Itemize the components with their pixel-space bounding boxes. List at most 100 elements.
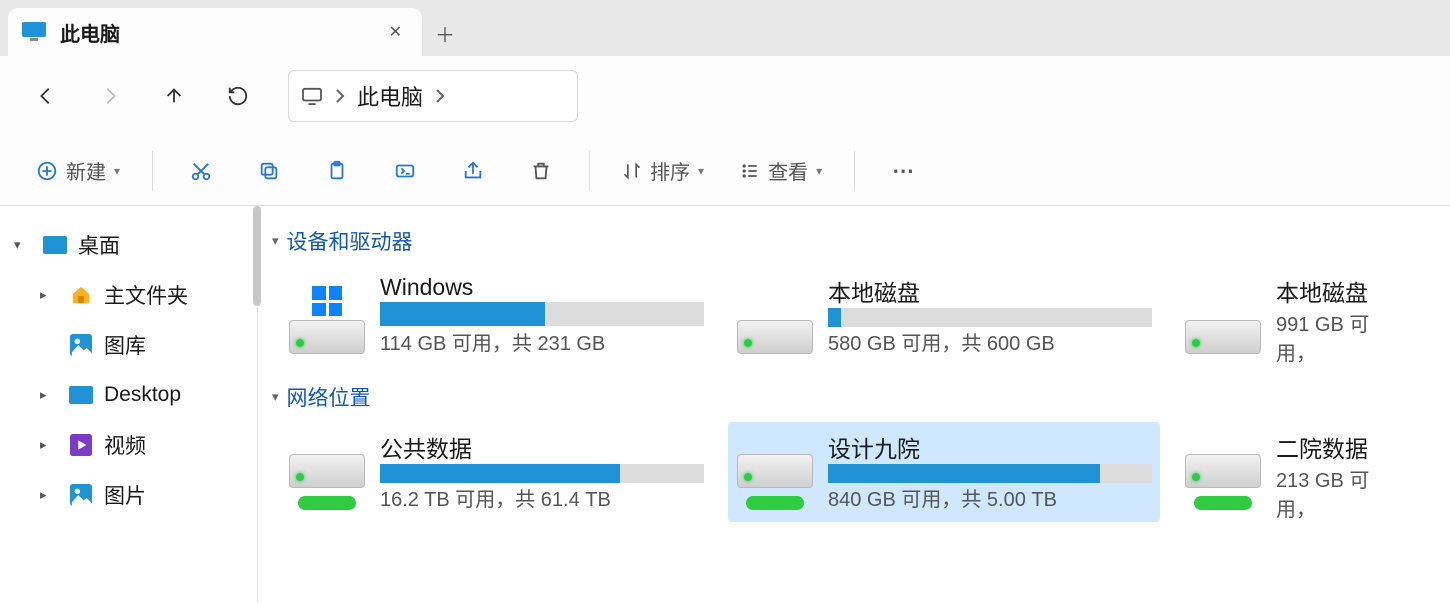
windows-icon [312,286,342,316]
chevron-right-icon [335,88,345,104]
up-button[interactable] [146,68,202,124]
gallery-icon [68,332,94,358]
capacity-bar [828,308,1152,327]
sidebar-item-label: Desktop [104,383,181,407]
tab-this-pc[interactable]: 此电脑 ✕ [8,8,422,56]
drive-name: 公共数据 [380,430,704,464]
sidebar-item-label: 视频 [104,430,146,460]
network-icon [1194,496,1252,510]
drive-caption: 16.2 TB 可用，共 61.4 TB [380,483,704,512]
drive-row: Windows 114 GB 可用，共 231 GB 本地磁盘 580 GB 可… [270,266,1450,366]
rename-button[interactable] [375,149,435,193]
sidebar-item-gallery[interactable]: 图库 [0,320,257,370]
chevron-down-icon: ▾ [272,389,279,405]
chevron-right-icon: ▸ [40,287,58,303]
capacity-bar [828,464,1152,483]
new-button-label: 新建 [66,156,106,185]
drive-caption: 840 GB 可用，共 5.00 TB [828,483,1152,512]
disk-icon [737,320,813,354]
chevron-right-icon: ▸ [40,487,58,503]
copy-button[interactable] [239,149,299,193]
breadcrumb-this-pc[interactable]: 此电脑 [357,80,423,112]
drive-caption: 991 GB 可用， [1276,308,1408,366]
drive-item[interactable]: 公共数据 16.2 TB 可用，共 61.4 TB [280,422,712,522]
drive-icon [1184,272,1262,360]
address-bar[interactable]: 此电脑 [288,70,578,122]
toolbar: 新建 ▾ 排序 ▾ 查看 ▾ ⋯ [0,136,1450,206]
drive-item[interactable]: 本地磁盘 991 GB 可用， [1176,266,1416,366]
chevron-down-icon: ▾ [816,164,822,178]
disk-icon [1185,454,1261,488]
paste-button[interactable] [307,149,367,193]
chevron-right-icon [435,88,445,104]
drive-info: Windows 114 GB 可用，共 231 GB [380,272,704,360]
new-button[interactable]: 新建 ▾ [22,149,134,193]
forward-button[interactable] [82,68,138,124]
drive-name: 本地磁盘 [828,274,1152,308]
video-icon [68,432,94,458]
close-tab-button[interactable]: ✕ [383,16,408,48]
tab-bar: 此电脑 ✕ ＋ [0,0,1450,56]
sidebar-item-pictures[interactable]: ▸ 图片 [0,470,257,520]
nav-row: 此电脑 [0,56,1450,136]
separator [854,151,855,191]
separator [152,151,153,191]
drive-icon [288,272,366,360]
drive-name: 设计九院 [828,430,1152,464]
home-icon [68,282,94,308]
sidebar-item-home[interactable]: ▸ 主文件夹 [0,270,257,320]
drive-caption: 114 GB 可用，共 231 GB [380,327,704,356]
chevron-down-icon: ▾ [14,237,32,253]
view-button-label: 查看 [768,156,808,185]
group-header[interactable]: ▾ 设备和驱动器 [270,220,1450,266]
sidebar-item-desktop-root[interactable]: ▾ 桌面 [0,220,257,270]
drive-info: 本地磁盘 580 GB 可用，共 600 GB [828,272,1152,360]
sort-button[interactable]: 排序 ▾ [608,149,718,193]
drive-caption: 213 GB 可用， [1276,464,1408,522]
drive-info: 二院数据 213 GB 可用， [1276,428,1408,516]
capacity-bar [380,302,704,326]
sidebar-item-desktop[interactable]: ▸ Desktop [0,370,257,420]
sidebar-item-label: 桌面 [78,230,120,260]
sidebar-item-videos[interactable]: ▸ 视频 [0,420,257,470]
drive-item[interactable]: 本地磁盘 580 GB 可用，共 600 GB [728,266,1160,366]
share-button[interactable] [443,149,503,193]
content-pane: ▾ 设备和驱动器 Windows 114 GB 可用，共 231 GB 本地磁盘… [258,206,1450,603]
drive-caption: 580 GB 可用，共 600 GB [828,327,1152,356]
drive-name: Windows [380,274,704,301]
drive-item[interactable]: 二院数据 213 GB 可用， [1176,422,1416,522]
drive-name: 二院数据 [1276,430,1408,464]
separator [589,151,590,191]
group-header[interactable]: ▾ 网络位置 [270,376,1450,422]
drive-icon [736,428,814,516]
tab-label: 此电脑 [60,18,369,47]
drive-item[interactable]: 设计九院 840 GB 可用，共 5.00 TB [728,422,1160,522]
desktop-icon [68,382,94,408]
drive-item[interactable]: Windows 114 GB 可用，共 231 GB [280,266,712,366]
chevron-right-icon: ▸ [40,387,58,403]
refresh-button[interactable] [210,68,266,124]
chevron-right-icon: ▸ [40,437,58,453]
chevron-down-icon: ▾ [698,164,704,178]
view-button[interactable]: 查看 ▾ [726,149,836,193]
group-title: 设备和驱动器 [287,226,413,256]
disk-icon [737,454,813,488]
disk-icon [1185,320,1261,354]
sidebar-item-label: 图库 [104,330,146,360]
drive-info: 设计九院 840 GB 可用，共 5.00 TB [828,428,1152,516]
chevron-down-icon: ▾ [272,233,279,249]
more-button[interactable]: ⋯ [873,149,933,193]
sidebar-item-label: 图片 [104,480,146,510]
monitor-icon [301,87,323,105]
new-tab-button[interactable]: ＋ [422,10,468,56]
drive-name: 本地磁盘 [1276,274,1408,308]
cut-button[interactable] [171,149,231,193]
sort-button-label: 排序 [650,156,690,185]
drive-icon [736,272,814,360]
capacity-bar [380,464,704,483]
delete-button[interactable] [511,149,571,193]
drive-icon [288,428,366,516]
back-button[interactable] [18,68,74,124]
drive-icon [1184,428,1262,516]
desktop-icon [42,232,68,258]
